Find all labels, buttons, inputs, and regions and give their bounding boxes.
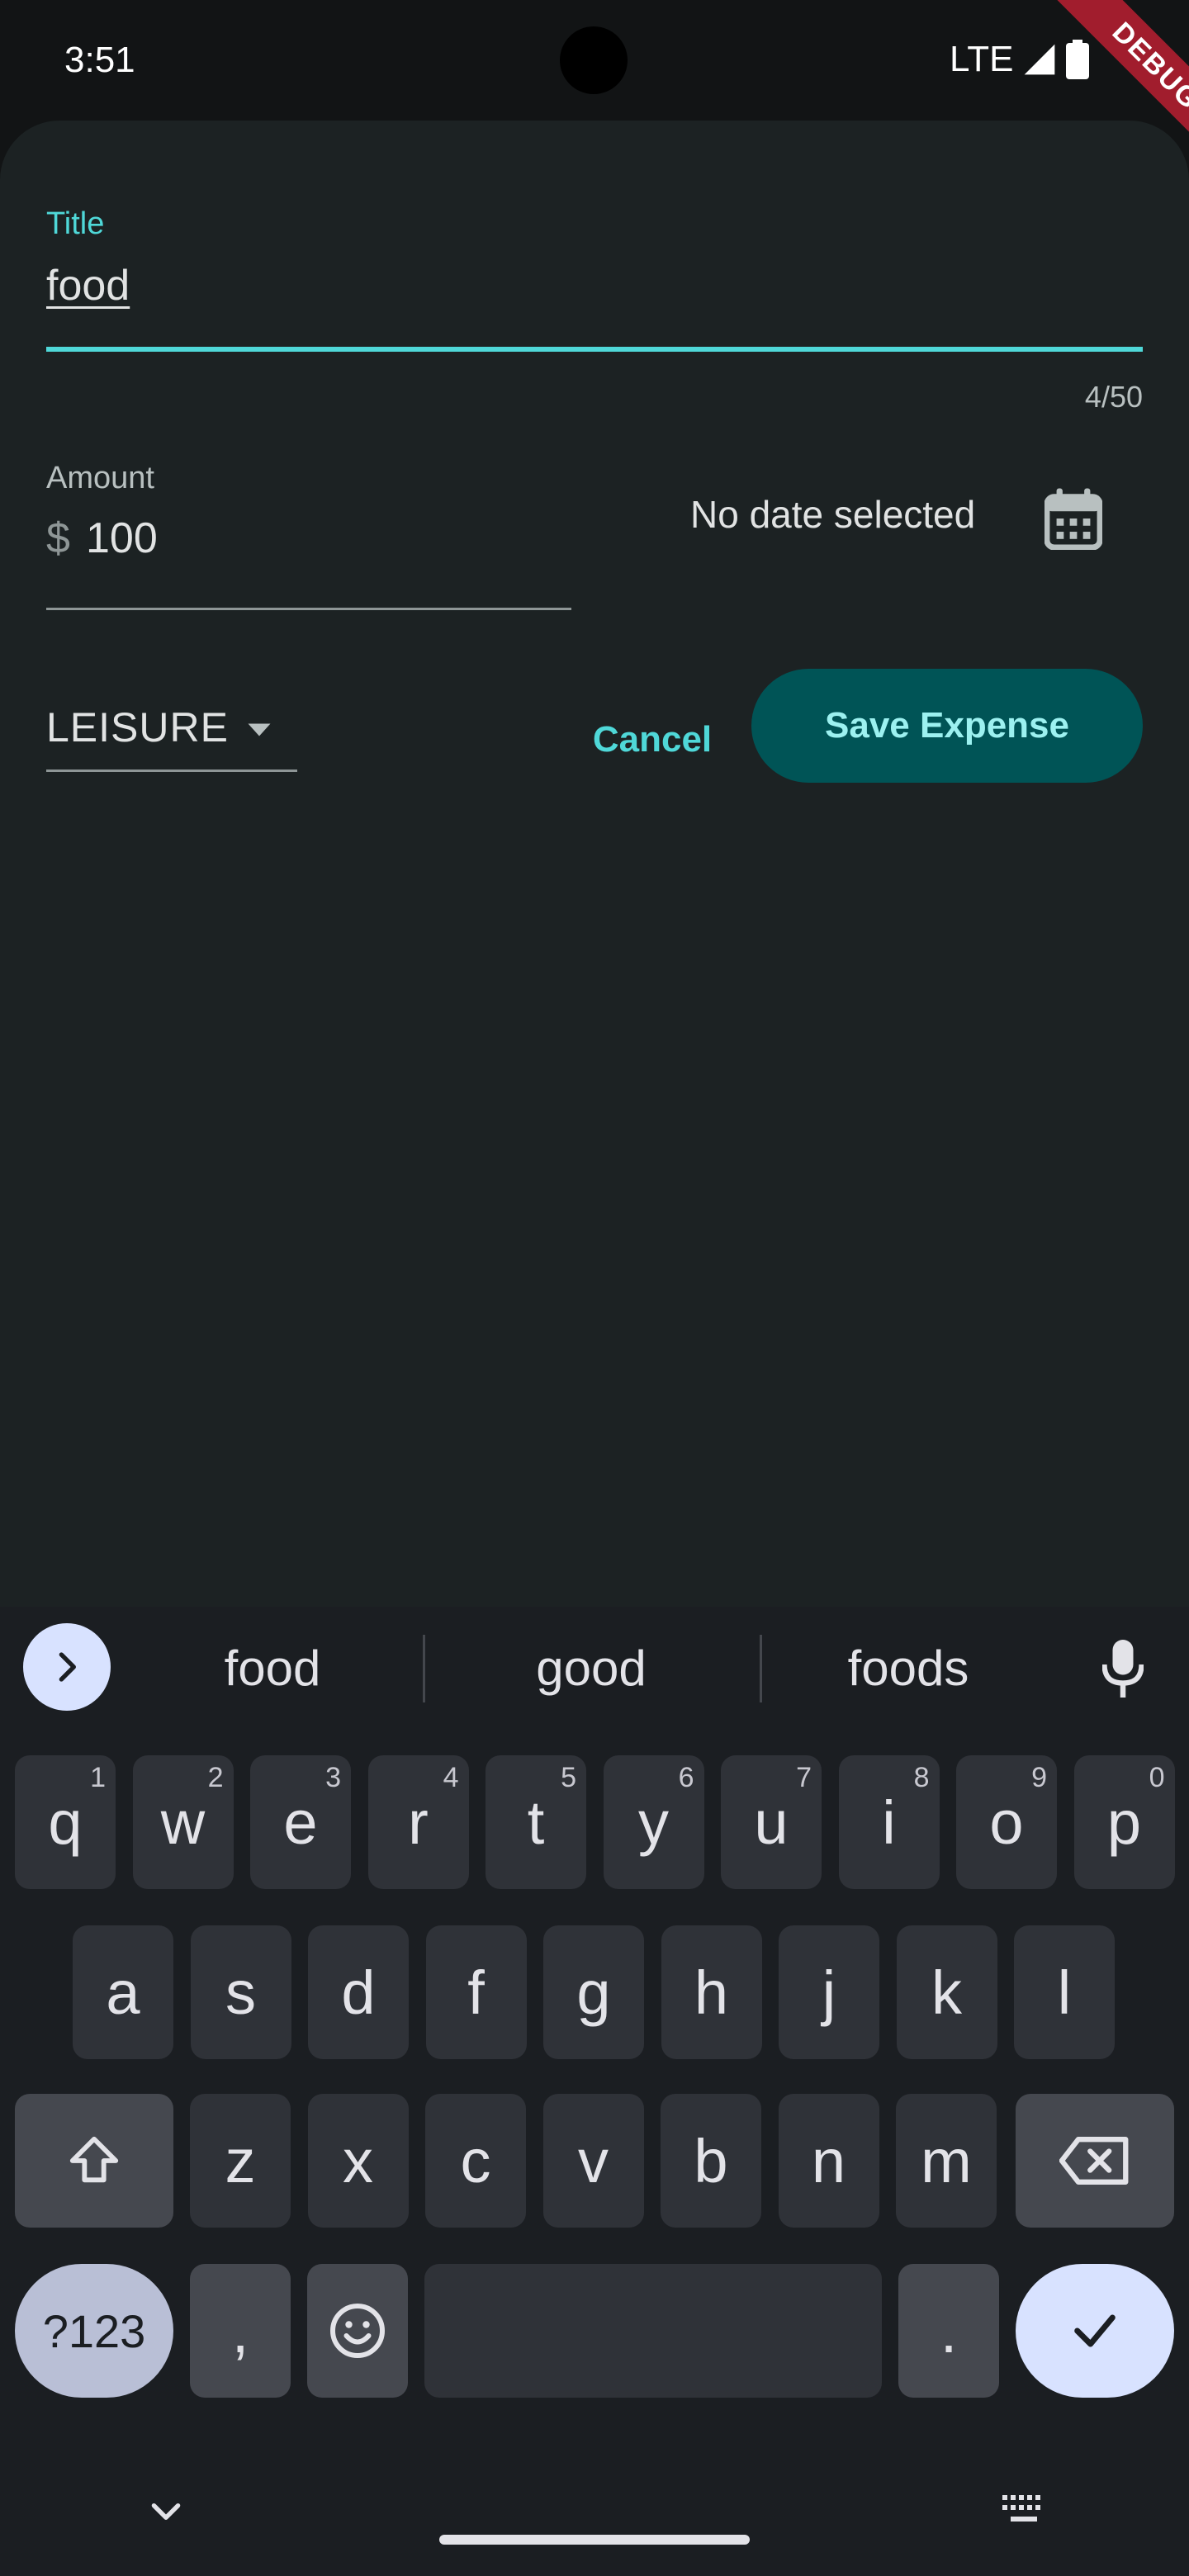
amount-input-underline — [46, 608, 571, 610]
key-hint: 4 — [443, 1762, 459, 1793]
key-label: e — [283, 1788, 318, 1857]
key-c[interactable]: c — [425, 2094, 526, 2228]
symbols-mode-key[interactable]: ?123 — [15, 2264, 173, 2398]
key-hint: 7 — [796, 1762, 812, 1793]
keyboard-switch-icon[interactable] — [1001, 2493, 1047, 2526]
key-x[interactable]: x — [307, 2094, 409, 2228]
key-l[interactable]: l — [1014, 1925, 1115, 2059]
title-input[interactable]: food — [46, 261, 130, 310]
voice-input-button[interactable] — [1090, 1631, 1156, 1706]
suggestion-divider — [423, 1635, 425, 1702]
key-label: q — [48, 1788, 83, 1857]
title-input-underline — [46, 347, 1143, 352]
key-p[interactable]: p0 — [1073, 1755, 1175, 1889]
key-o[interactable]: o9 — [956, 1755, 1057, 1889]
microphone-icon — [1102, 1640, 1144, 1698]
amount-label: Amount — [46, 461, 154, 495]
key-label: t — [527, 1788, 545, 1857]
hide-keyboard-icon[interactable] — [145, 2492, 187, 2533]
key-hint: 3 — [325, 1762, 341, 1793]
suggestion-1[interactable]: food — [149, 1640, 396, 1698]
key-n[interactable]: n — [778, 2094, 879, 2228]
title-label: Title — [46, 206, 105, 241]
key-v[interactable]: v — [542, 2094, 644, 2228]
soft-keyboard: food good foods ?123 , . q1w2e3r4 t 5 y … — [0, 1607, 1189, 2576]
space-key[interactable] — [424, 2264, 882, 2398]
key-hint: 8 — [913, 1762, 930, 1793]
amount-input[interactable]: 100 — [86, 514, 158, 563]
key-t[interactable]: t5 — [486, 1755, 586, 1889]
save-expense-button[interactable]: Save Expense — [751, 669, 1143, 783]
key-y[interactable]: y6 — [603, 1755, 704, 1889]
key-label: i — [882, 1788, 896, 1857]
key-label: y — [638, 1788, 669, 1857]
key-g[interactable]: g — [543, 1925, 644, 2059]
suggestion-2[interactable]: good — [467, 1640, 715, 1698]
key-hint: 6 — [678, 1762, 694, 1793]
home-indicator[interactable] — [439, 2535, 750, 2545]
enter-key[interactable] — [1016, 2264, 1174, 2398]
key-label: p — [1106, 1788, 1142, 1857]
key-hint: 1 — [90, 1762, 106, 1793]
key-hint: 0 — [1149, 1762, 1165, 1793]
key-k[interactable]: k — [896, 1925, 997, 2059]
key-label: o — [989, 1788, 1024, 1857]
key-label: w — [160, 1788, 206, 1857]
period-key[interactable]: . — [898, 2264, 999, 2398]
category-selected: LEISURE — [46, 704, 229, 751]
key-a[interactable]: a — [73, 1925, 173, 2059]
key-s[interactable]: s — [190, 1925, 291, 2059]
chevron-right-icon — [59, 1652, 77, 1682]
key-w[interactable]: w2 — [132, 1755, 234, 1889]
category-dropdown-underline — [46, 769, 297, 772]
suggestion-3[interactable]: foods — [784, 1640, 1032, 1698]
dropdown-arrow-icon — [248, 723, 271, 736]
key-i[interactable]: i8 — [838, 1755, 940, 1889]
key-j[interactable]: j — [779, 1925, 879, 2059]
emoji-icon — [330, 2304, 385, 2358]
shift-key[interactable] — [15, 2094, 173, 2228]
status-time: 3:51 — [64, 40, 135, 80]
calendar-icon — [1045, 488, 1102, 550]
cancel-button[interactable]: Cancel — [575, 698, 730, 781]
key-hint: 5 — [561, 1762, 576, 1793]
key-label: u — [754, 1788, 789, 1857]
checkmark-icon — [1074, 2314, 1116, 2347]
new-expense-sheet: Title food 4/50 Amount $ 100 No date sel… — [0, 121, 1189, 1607]
key-f[interactable]: f — [425, 1925, 527, 2059]
key-hint: 2 — [207, 1762, 224, 1793]
key-z[interactable]: z — [190, 2094, 291, 2228]
date-picker-button[interactable] — [1032, 477, 1115, 560]
emoji-key[interactable] — [307, 2264, 408, 2398]
key-label: r — [408, 1788, 429, 1857]
camera-cutout — [560, 26, 628, 94]
key-hint: 9 — [1031, 1762, 1047, 1793]
key-u[interactable]: u7 — [721, 1755, 822, 1889]
key-e[interactable]: e3 — [250, 1755, 351, 1889]
selected-date-text: No date selected — [690, 493, 976, 536]
keyboard-toolbar-toggle[interactable] — [23, 1623, 111, 1711]
comma-key[interactable]: , — [190, 2264, 291, 2398]
backspace-key[interactable] — [1016, 2094, 1174, 2228]
key-q[interactable]: q1 — [15, 1755, 116, 1889]
key-h[interactable]: h — [661, 1925, 762, 2059]
suggestion-divider — [760, 1635, 762, 1702]
category-dropdown[interactable]: LEISURE — [46, 690, 297, 774]
key-b[interactable]: b — [661, 2094, 761, 2228]
backspace-icon — [1059, 2137, 1129, 2185]
key-r[interactable]: r4 — [367, 1755, 469, 1889]
shift-icon — [69, 2136, 119, 2183]
amount-currency-prefix: $ — [46, 514, 70, 562]
key-d[interactable]: d — [308, 1925, 409, 2059]
title-char-counter: 4/50 — [1084, 380, 1143, 414]
key-m[interactable]: m — [896, 2094, 997, 2228]
